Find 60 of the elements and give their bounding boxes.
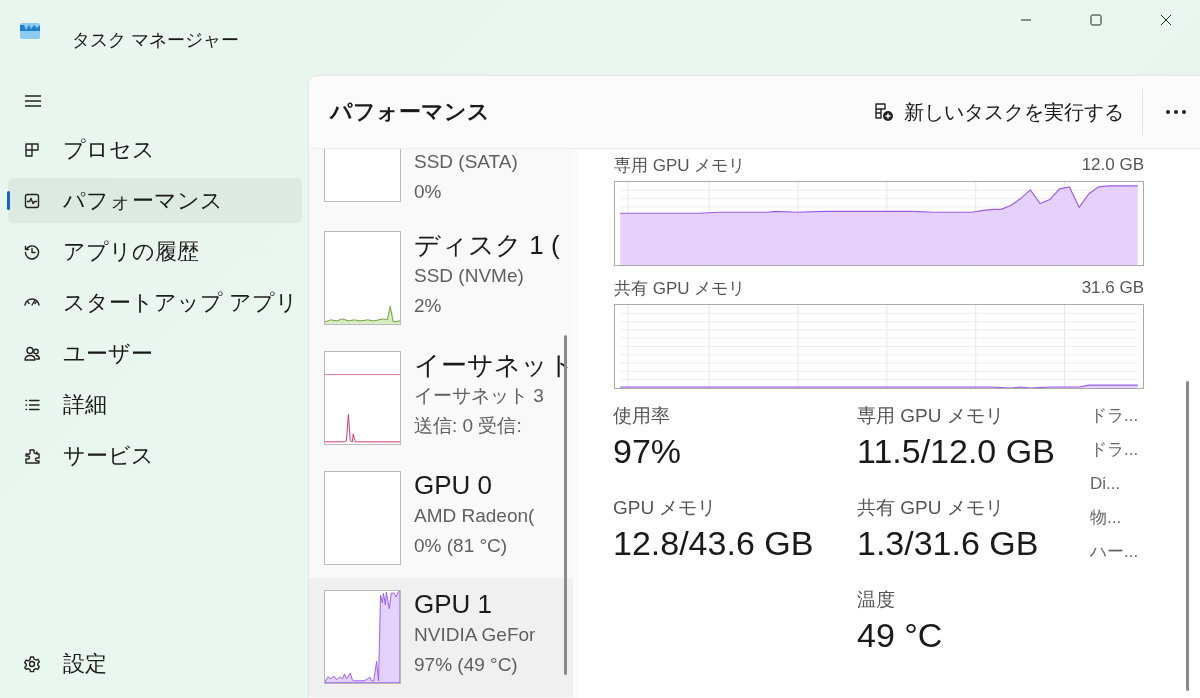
chart-label: 専用 GPU メモリ xyxy=(614,154,746,177)
device-usage: 0% xyxy=(414,180,443,204)
stat-value: 1.3/31.6 GB xyxy=(857,523,1040,564)
window-title: タスク マネージャー xyxy=(72,28,239,52)
sidebar-item[interactable]: スタートアップ アプリ xyxy=(8,280,302,325)
sidebar-item[interactable]: サービス xyxy=(8,433,302,478)
device-item[interactable]: GPU 0 AMD Radeon( 0% (81 °C) xyxy=(309,458,573,578)
device-usage: 送信: 0 受信: xyxy=(414,414,523,438)
settings-icon xyxy=(23,654,41,673)
device-item[interactable]: ディスク 1 ( SSD (NVMe) 2% xyxy=(309,218,573,338)
device-name: GPU 1 xyxy=(414,588,494,620)
clock-icon xyxy=(23,242,41,261)
stat-value: 49 °C xyxy=(857,615,944,656)
device-model: NVIDIA GeFor xyxy=(414,623,536,647)
device-item[interactable]: GPU 1 NVIDIA GeFor 97% (49 °C) xyxy=(309,578,573,697)
property-label: ドラ... xyxy=(1090,439,1139,461)
settings-item[interactable]: 設定 xyxy=(8,641,302,686)
device-model: AMD Radeon( xyxy=(414,504,535,528)
property-label: 物... xyxy=(1090,507,1123,529)
run-task-button[interactable]: 新しいタスクを実行する xyxy=(864,92,1134,132)
more-icon[interactable] xyxy=(1165,109,1187,115)
close-icon[interactable] xyxy=(1160,14,1172,26)
panels-icon xyxy=(23,140,41,159)
chart-max: 31.6 GB xyxy=(1081,278,1144,298)
device-usage: 0% (81 °C) xyxy=(414,534,509,558)
property-label: Di... xyxy=(1090,473,1122,495)
maximize-icon[interactable] xyxy=(1090,14,1102,26)
stat-value: 11.5/12.0 GB xyxy=(857,431,1056,472)
stat-value: 12.8/43.6 GB xyxy=(613,523,815,564)
device-usage: 2% xyxy=(414,294,443,318)
device-name: GPU 0 xyxy=(414,469,494,501)
puzzle-icon xyxy=(23,446,41,465)
people-icon xyxy=(23,344,41,363)
stat-value: 97% xyxy=(613,431,683,472)
property-label: ドラ... xyxy=(1090,405,1139,427)
chart-max: 12.0 GB xyxy=(1081,155,1144,175)
device-item[interactable]: SSD (SATA) 0% xyxy=(309,149,573,218)
property-label: ハー... xyxy=(1090,541,1139,563)
stat-label: 専用 GPU メモリ xyxy=(857,404,1005,428)
sidebar-item[interactable]: 詳細 xyxy=(8,382,302,427)
menu-icon[interactable] xyxy=(24,94,42,108)
device-usage: 97% (49 °C) xyxy=(414,653,519,677)
sidebar-item[interactable]: プロセス xyxy=(8,127,302,172)
stat-label: 使用率 xyxy=(613,404,671,428)
stat-label: 共有 GPU メモリ xyxy=(857,496,1005,520)
scrollbar[interactable] xyxy=(1186,381,1189,691)
add-task-icon xyxy=(874,102,894,122)
stat-label: GPU メモリ xyxy=(613,496,718,520)
chart-label: 共有 GPU メモリ xyxy=(614,277,746,300)
device-name: ディスク 1 ( xyxy=(414,229,560,261)
sidebar-item[interactable]: ユーザー xyxy=(8,331,302,376)
device-model: SSD (SATA) xyxy=(414,150,518,174)
page-title: パフォーマンス xyxy=(330,98,490,126)
app-logo-icon xyxy=(20,22,40,39)
device-model: イーサネット 3 xyxy=(414,384,545,408)
sidebar-item[interactable]: パフォーマンス xyxy=(8,178,302,223)
pulse-icon xyxy=(23,191,41,210)
device-model: SSD (NVMe) xyxy=(414,264,525,288)
stat-label: 温度 xyxy=(857,588,896,612)
sidebar-item[interactable]: アプリの履歴 xyxy=(8,229,302,274)
